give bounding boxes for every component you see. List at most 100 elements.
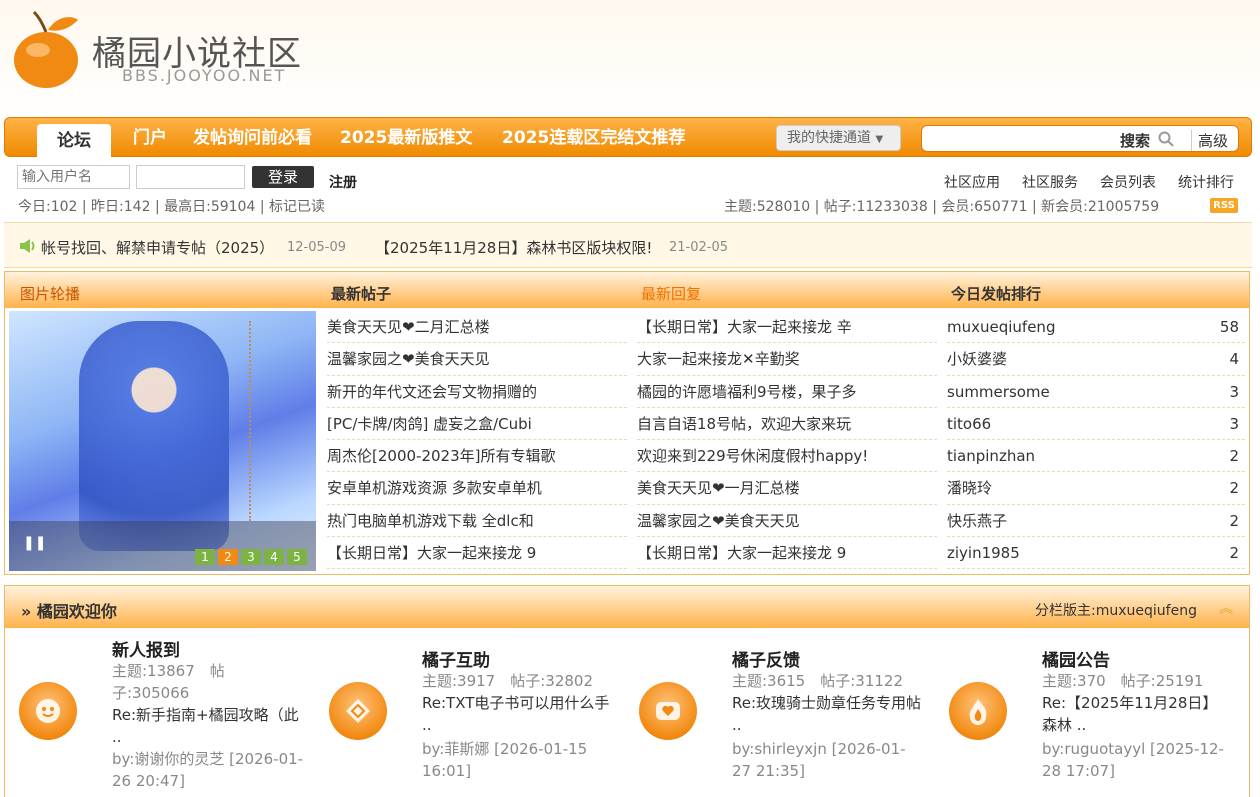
- list-item[interactable]: 【长期日常】大家一起来接龙 9: [637, 537, 937, 569]
- slide-page[interactable]: 4: [264, 549, 284, 565]
- section-header: » 橘园欢迎你 分栏版主:muxueqiufeng ︽: [5, 586, 1249, 628]
- ranking-count: 2: [1229, 479, 1239, 498]
- ranking-count: 2: [1229, 543, 1239, 562]
- forum-last-by: by:ruguotayyl [2025-12-28 17:07]: [1042, 740, 1224, 780]
- ranking-user[interactable]: summersome: [947, 383, 1050, 401]
- slide-page[interactable]: 2: [218, 549, 238, 565]
- ranking-user[interactable]: tianpinzhan: [947, 447, 1035, 465]
- list-item[interactable]: 大家一起来接龙✕辛勤奖: [637, 343, 937, 376]
- tab-posting-rules[interactable]: 发帖询问前必看: [193, 118, 312, 158]
- list-item[interactable]: 【长期日常】大家一起来接龙 9: [327, 537, 627, 569]
- forum-last-post[interactable]: Re:玫瑰骑士勋章任务专用帖 ..: [732, 692, 928, 736]
- link-services[interactable]: 社区服务: [1022, 172, 1078, 192]
- forum-meta: 主题:3615 帖子:31122: [732, 672, 903, 690]
- quick-menu-dropdown[interactable]: 我的快捷通道 ▼: [776, 125, 901, 151]
- ranking-count: 3: [1229, 382, 1239, 401]
- forum-last-by: by:shirleyxjn [2026-01-27 21:35]: [732, 740, 906, 780]
- forum-last-post[interactable]: Re:TXT电子书可以用什么手 ..: [422, 692, 618, 736]
- site-stats: 主题:528010 | 帖子:11233038 | 会员:650771 | 新会…: [724, 199, 1160, 215]
- list-item[interactable]: [PC/卡牌/肉鸽] 虚妄之盒/Cubi: [327, 408, 627, 440]
- site-logo[interactable]: 橘园小说社区 BBS.JOOYOO.NET: [12, 8, 302, 90]
- list-item[interactable]: 温馨家园之❤美食天天见: [637, 505, 937, 537]
- ranking-user[interactable]: 潘晓玲: [947, 479, 992, 497]
- list-item[interactable]: 新开的年代文还会写文物捐赠的: [327, 376, 627, 408]
- slideshow-image[interactable]: ❚❚ 1 2 3 4 5: [9, 311, 316, 571]
- register-link[interactable]: 注册: [329, 172, 357, 192]
- tab-daily-ranking[interactable]: 今日发帖排行: [951, 283, 1041, 304]
- announcement-date: 12-05-09: [287, 240, 347, 255]
- section-title[interactable]: » 橘园欢迎你: [21, 598, 117, 622]
- announcement-bar: 帐号找回、解禁申请专帖（2025） 12-05-09 【2025年11月28日】…: [4, 222, 1252, 268]
- forum-name[interactable]: 新人报到: [112, 636, 180, 661]
- announcement-link[interactable]: 帐号找回、解禁申请专帖（2025）: [41, 237, 274, 258]
- ranking-user[interactable]: ziyin1985: [947, 544, 1020, 562]
- ranking-row: 潘晓玲 2: [947, 472, 1245, 505]
- list-item[interactable]: 温馨家园之❤美食天天见: [327, 343, 627, 376]
- ranking-count: 2: [1229, 447, 1239, 465]
- site-domain: BBS.JOOYOO.NET: [122, 66, 287, 85]
- tab-portal[interactable]: 门户: [133, 118, 167, 158]
- forum-name[interactable]: 橘子反馈: [732, 646, 800, 671]
- forum-meta: 主题:3917 帖子:32802: [422, 672, 593, 690]
- forum-name[interactable]: 橘子互助: [422, 646, 490, 671]
- list-item[interactable]: 欢迎来到229号休闲度假村happy!: [637, 440, 937, 473]
- ranking-row: 小妖婆婆 4: [947, 343, 1245, 376]
- slide-page[interactable]: 1: [195, 549, 215, 565]
- slide-page[interactable]: 3: [241, 549, 261, 565]
- tab-slideshow[interactable]: 图片轮播: [20, 283, 80, 304]
- tab-forum[interactable]: 论坛: [37, 124, 111, 158]
- link-apps[interactable]: 社区应用: [944, 172, 1000, 192]
- link-stats[interactable]: 统计排行: [1178, 172, 1234, 192]
- ranking-user[interactable]: tito66: [947, 415, 991, 433]
- ranking-row: tianpinzhan 2: [947, 440, 1245, 473]
- heart-chat-icon[interactable]: [639, 682, 697, 740]
- search-icon[interactable]: [1158, 131, 1174, 147]
- forum-last-by: by:菲斯娜 [2026-01-15 16:01]: [422, 740, 588, 780]
- quick-menu-label: 我的快捷通道: [787, 130, 871, 146]
- list-item[interactable]: 【长期日常】大家一起来接龙 辛: [637, 311, 937, 344]
- section-moderator[interactable]: 分栏版主:muxueqiufeng: [1035, 600, 1197, 620]
- flame-icon[interactable]: [949, 682, 1007, 740]
- ranking-list: muxueqiufeng 58 小妖婆婆 4 summersome 3 tito66 3…: [947, 311, 1245, 569]
- list-item[interactable]: 美食天天见❤二月汇总楼: [327, 311, 627, 344]
- slide-page[interactable]: 5: [287, 549, 307, 565]
- hot-panel: 图片轮播 最新帖子 最新回复 今日发帖排行 ❚❚ 1 2 3 4 5 美食天天见…: [4, 271, 1250, 575]
- forum-last-post[interactable]: Re:【2025年11月28日】森林 ..: [1042, 692, 1228, 736]
- forum-name[interactable]: 橘园公告: [1042, 646, 1110, 671]
- advanced-search-link[interactable]: 高级: [1190, 130, 1228, 151]
- panel-header: 图片轮播 最新帖子 最新回复 今日发帖排行: [5, 272, 1249, 308]
- forum-last-post[interactable]: Re:新手指南+橘园攻略（此 ..: [112, 704, 308, 748]
- main-nav: 论坛 门户 发帖询问前必看 2025最新版推文 2025连载区完结文推荐 我的快…: [4, 117, 1252, 158]
- username-input[interactable]: [17, 165, 130, 189]
- ranking-user[interactable]: muxueqiufeng: [947, 318, 1055, 336]
- search-button[interactable]: 搜索: [1120, 130, 1150, 151]
- list-item[interactable]: 自言自语18号帖，欢迎大家来玩: [637, 408, 937, 440]
- tab-latest-posts[interactable]: 最新帖子: [331, 283, 391, 304]
- login-button[interactable]: 登录: [252, 166, 314, 188]
- list-item[interactable]: 安卓单机游戏资源 多款安卓单机: [327, 472, 627, 505]
- ranking-count: 58: [1219, 318, 1239, 336]
- smile-icon[interactable]: [19, 682, 77, 740]
- diamond-icon[interactable]: [329, 682, 387, 740]
- list-item[interactable]: 热门电脑单机游戏下载 全dlc和: [327, 505, 627, 537]
- latest-replies-list: 【长期日常】大家一起来接龙 辛 大家一起来接龙✕辛勤奖 橘园的许愿墙福利9号楼，…: [637, 311, 937, 569]
- password-input[interactable]: [136, 165, 245, 189]
- ranking-user[interactable]: 快乐燕子: [947, 512, 1007, 530]
- search-box[interactable]: 搜索 高级: [921, 125, 1239, 152]
- slide-illustration: [79, 321, 229, 551]
- collapse-icon[interactable]: ︽: [1219, 598, 1233, 618]
- list-item[interactable]: 美食天天见❤一月汇总楼: [637, 472, 937, 505]
- list-item[interactable]: 周杰伦[2000-2023年]所有专辑歌: [327, 440, 627, 473]
- pause-icon[interactable]: ❚❚: [23, 535, 46, 551]
- tab-2025-recommend[interactable]: 2025最新版推文: [340, 118, 472, 158]
- tab-latest-replies[interactable]: 最新回复: [641, 283, 701, 304]
- list-item[interactable]: 橘园的许愿墙福利9号楼，果子多: [637, 376, 937, 408]
- rss-badge[interactable]: RSS: [1210, 198, 1238, 213]
- ranking-user[interactable]: 小妖婆婆: [947, 350, 1007, 368]
- link-members[interactable]: 会员列表: [1100, 172, 1156, 192]
- speaker-icon: [20, 239, 35, 253]
- announcement-link[interactable]: 【2025年11月28日】森林书区版块权限!: [375, 237, 652, 258]
- welcome-section: » 橘园欢迎你 分栏版主:muxueqiufeng ︽ 新人报到 主题:1386…: [4, 585, 1250, 797]
- ranking-row: summersome 3: [947, 376, 1245, 408]
- tab-2025-finished[interactable]: 2025连载区完结文推荐: [502, 118, 685, 158]
